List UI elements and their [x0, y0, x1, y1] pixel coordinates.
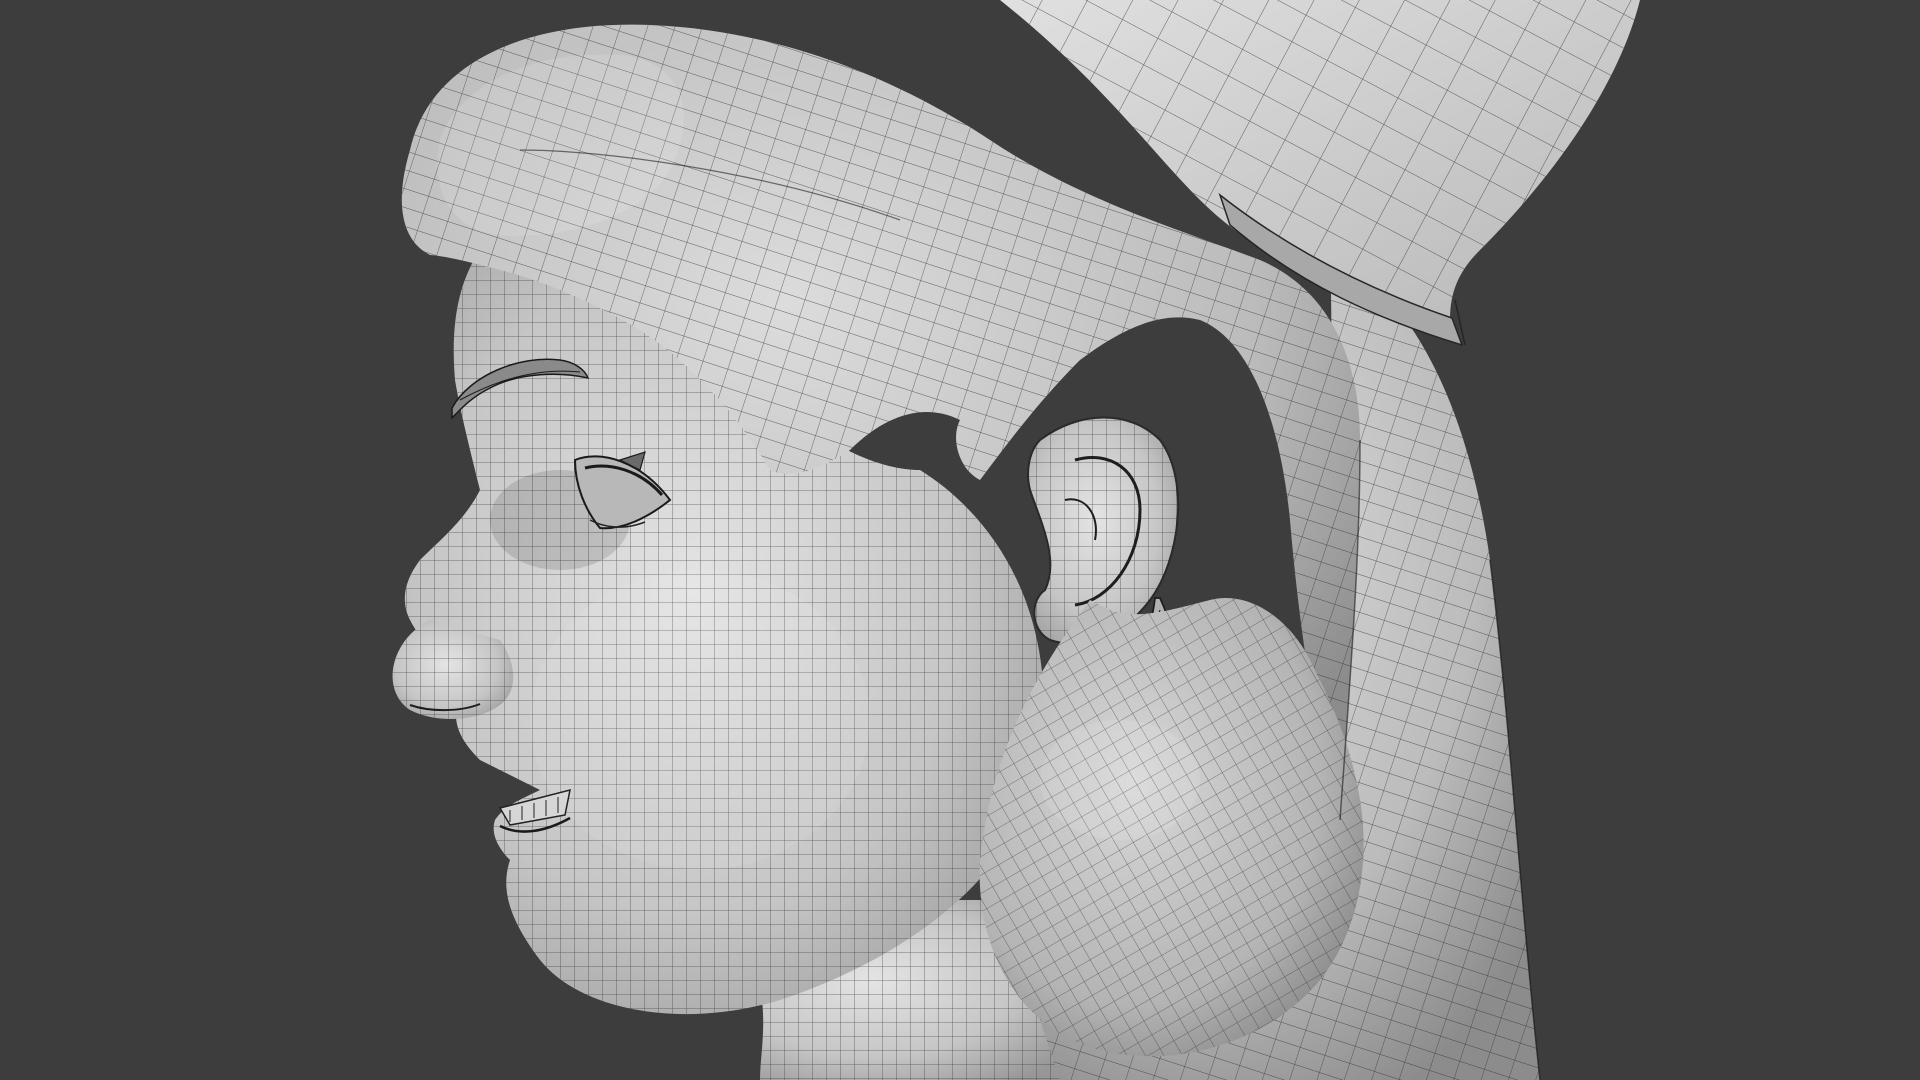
viewport-canvas[interactable]: [0, 0, 1920, 1080]
3d-viewport[interactable]: [0, 0, 1920, 1080]
